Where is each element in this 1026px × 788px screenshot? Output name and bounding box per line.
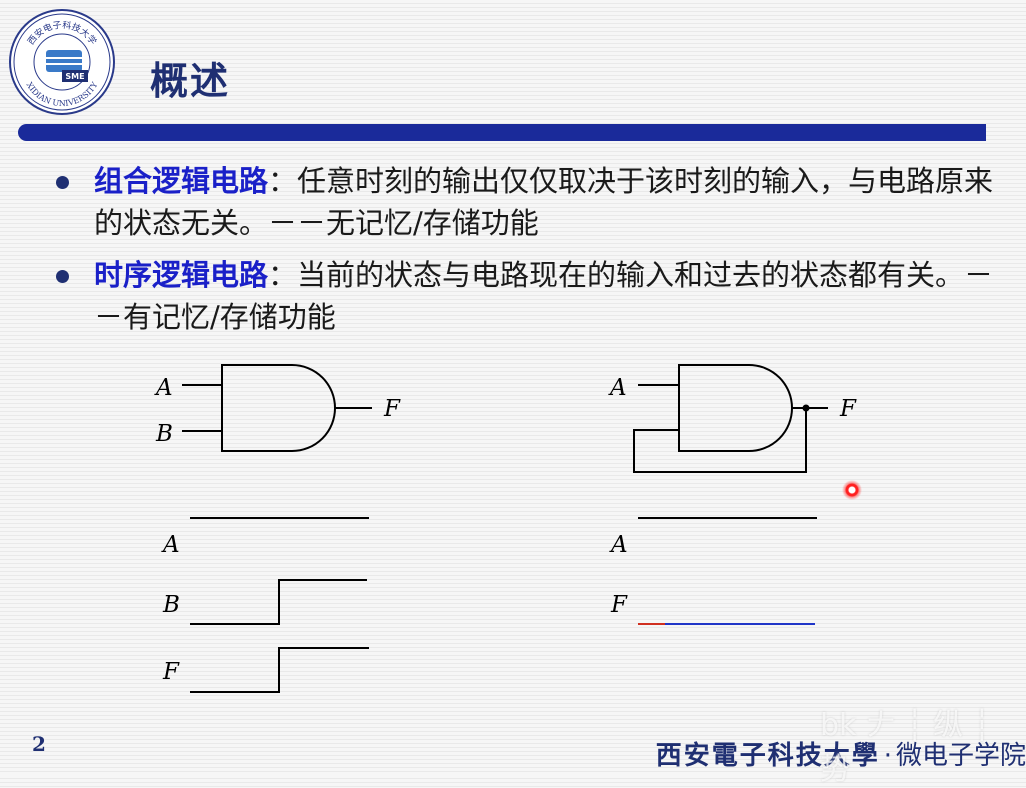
gate-label-f: F — [383, 396, 401, 422]
gate-label-a: A — [608, 375, 627, 401]
wave-label-a: A — [161, 532, 180, 558]
and-gate-combinational — [182, 364, 372, 452]
slide-number: 2 — [32, 732, 46, 756]
feedback-wire — [633, 408, 807, 473]
laser-pointer-icon — [842, 480, 862, 500]
gate-label-f: F — [839, 396, 857, 422]
wave-label-f: F — [610, 592, 628, 618]
gate-label-a: A — [154, 375, 173, 401]
junction-dot — [802, 404, 810, 412]
wave-label-f: F — [162, 659, 180, 685]
waveforms-sequential — [638, 517, 817, 625]
gate-label-b: B — [155, 421, 173, 447]
waveform-b — [190, 579, 367, 625]
circuit-diagrams: A B F A F A B F A F — [154, 364, 857, 693]
and-gate-body — [678, 364, 793, 452]
and-gate-body — [221, 364, 336, 452]
waveform-f — [190, 647, 369, 693]
and-gate-sequential — [633, 364, 828, 473]
waveforms-combinational — [190, 517, 369, 693]
wave-label-b: B — [162, 592, 180, 618]
wave-label-a: A — [609, 532, 628, 558]
